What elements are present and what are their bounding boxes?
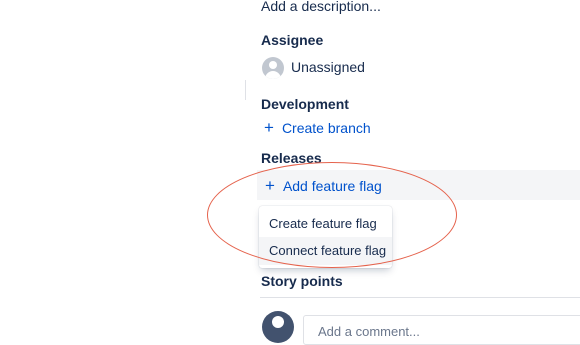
add-feature-flag-row[interactable]: + Add feature flag [257, 170, 580, 200]
story-points-heading: Story points [261, 273, 343, 289]
comment-input[interactable]: Add a comment... [303, 315, 580, 345]
add-feature-flag-label: Add feature flag [282, 177, 382, 194]
menu-item-create-feature-flag[interactable]: Create feature flag [259, 210, 392, 238]
assignee-value[interactable]: Unassigned [291, 59, 365, 75]
add-feature-flag-button[interactable]: + Add feature flag [265, 177, 382, 194]
create-branch-button[interactable]: + Create branch [264, 119, 371, 136]
plus-icon: + [264, 118, 274, 137]
divider [260, 297, 580, 298]
menu-item-connect-feature-flag[interactable]: Connect feature flag [259, 237, 392, 265]
releases-heading: Releases [261, 150, 322, 166]
commenter-avatar-icon [262, 311, 294, 343]
create-branch-label: Create branch [281, 119, 371, 136]
user-avatar-icon [262, 57, 284, 79]
development-heading: Development [261, 96, 349, 112]
plus-icon: + [265, 176, 275, 195]
divider [245, 80, 246, 100]
description-placeholder[interactable]: Add a description... [261, 0, 381, 14]
feature-flag-menu: Create feature flag Connect feature flag [259, 206, 392, 268]
assignee-heading: Assignee [261, 32, 324, 48]
